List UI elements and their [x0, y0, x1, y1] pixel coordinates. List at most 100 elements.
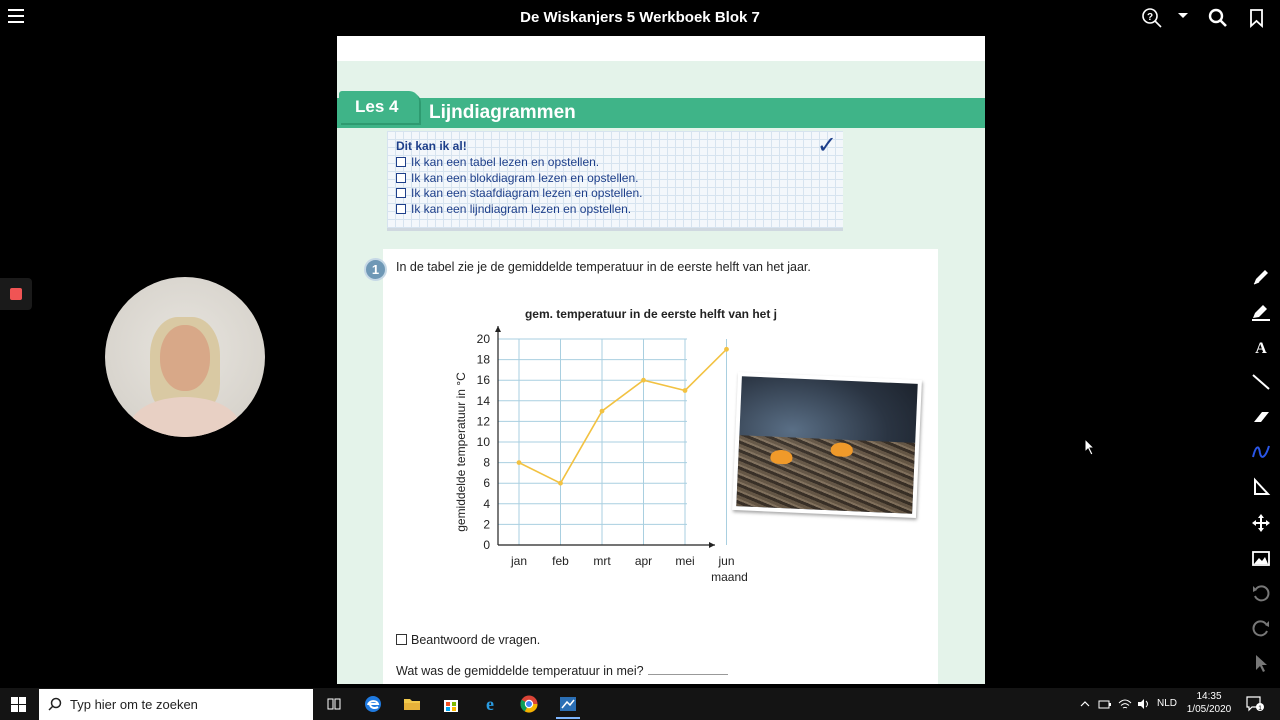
volume-icon[interactable]	[1136, 697, 1150, 711]
file-explorer-icon[interactable]	[402, 694, 422, 714]
checkbox[interactable]	[396, 204, 406, 214]
checkbox[interactable]	[396, 188, 406, 198]
search-placeholder: Typ hier om te zoeken	[70, 697, 198, 712]
search-icon[interactable]	[1207, 7, 1229, 29]
y-tick-label: 8	[483, 456, 490, 470]
data-point	[641, 377, 646, 383]
pencil-icon[interactable]	[1250, 266, 1272, 288]
image-icon[interactable]	[1250, 547, 1272, 569]
data-point	[599, 408, 605, 414]
y-tick-label: 12	[477, 414, 491, 428]
chrome-icon[interactable]	[519, 694, 539, 714]
x-tick-label: mei	[675, 554, 694, 568]
mouse-cursor-icon	[1084, 438, 1096, 456]
windows-taskbar: Typ hier om te zoeken e NLD 14:35 1/05/2…	[0, 688, 1280, 720]
freehand-icon[interactable]	[1250, 441, 1272, 463]
help-icon[interactable]: ?	[1141, 7, 1163, 29]
exercise-intro: In de tabel zie je de gemiddelde tempera…	[396, 260, 811, 274]
data-point	[516, 460, 522, 465]
checklist-item[interactable]: Ik kan een lijndiagram lezen en opstelle…	[396, 202, 631, 216]
exercise-number: 1	[364, 258, 387, 281]
x-tick-label: apr	[635, 554, 652, 568]
data-point	[558, 480, 563, 486]
wifi-icon[interactable]	[1118, 697, 1132, 711]
y-axis-arrow	[495, 326, 501, 332]
page-top-margin	[337, 36, 985, 61]
checkbox[interactable]	[396, 634, 407, 645]
checklist-heading: Dit kan ik al!	[396, 139, 467, 153]
checklist-item[interactable]: Ik kan een staafdiagram lezen en opstell…	[396, 186, 642, 200]
data-point	[682, 388, 688, 393]
internet-explorer-icon[interactable]: e	[480, 694, 500, 714]
svg-text:A: A	[1255, 340, 1267, 357]
checklist-box: ✓ Dit kan ik al! Ik kan een tabel lezen …	[387, 131, 843, 231]
y-axis-label: gemiddelde temperatuur in °C	[454, 372, 468, 532]
battery-icon[interactable]	[1098, 698, 1112, 710]
line-icon[interactable]	[1250, 371, 1272, 393]
task-view-icon[interactable]	[324, 694, 344, 714]
eraser-icon[interactable]	[1250, 406, 1272, 428]
taskbar-search-box[interactable]: Typ hier om te zoeken	[39, 689, 313, 720]
store-icon[interactable]	[441, 694, 461, 714]
series-line	[518, 348, 728, 485]
highlighter-icon[interactable]	[1250, 301, 1272, 323]
y-tick-label: 18	[477, 353, 491, 367]
y-tick-label: 20	[477, 332, 491, 346]
lesson-title: Lijndiagrammen	[429, 102, 576, 123]
search-icon	[48, 697, 62, 711]
y-tick-label: 6	[483, 476, 490, 490]
active-app-indicator	[556, 717, 580, 719]
pointer-icon[interactable]	[1250, 652, 1272, 674]
lesson-tab: Les 4	[339, 91, 419, 123]
checkmark-icon: ✓	[816, 132, 837, 159]
chart-title: gem. temperatuur in de eerste helft van …	[525, 307, 777, 321]
checkbox[interactable]	[396, 173, 406, 183]
undo-icon[interactable]	[1250, 582, 1272, 604]
svg-text:1: 1	[1258, 705, 1262, 712]
text-icon[interactable]: A	[1250, 336, 1272, 358]
app-title: De Wiskanjers 5 Werkboek Blok 7	[520, 9, 760, 26]
answer-line[interactable]	[647, 674, 728, 675]
x-tick-label: feb	[552, 554, 569, 568]
redo-icon[interactable]	[1250, 617, 1272, 639]
whiteboard-app-icon[interactable]	[558, 694, 578, 714]
chevron-up-icon[interactable]	[1080, 699, 1090, 709]
x-tick-label: jan	[510, 554, 527, 568]
x-tick-label: mrt	[593, 554, 611, 568]
move-icon[interactable]	[1250, 512, 1272, 534]
workbook-page: Les 4 Lijndiagrammen ✓ Dit kan ik al! Ik…	[337, 36, 985, 684]
webcam-video	[105, 277, 265, 437]
y-tick-label: 0	[483, 538, 490, 552]
svg-text:e: e	[486, 694, 494, 714]
x-tick-label: jun	[717, 554, 734, 568]
svg-text:?: ?	[1147, 12, 1153, 23]
y-tick-label: 4	[483, 497, 490, 511]
y-tick-label: 14	[477, 394, 491, 408]
y-tick-label: 2	[483, 517, 490, 531]
y-tick-label: 16	[477, 373, 491, 387]
data-point	[724, 346, 729, 352]
y-tick-label: 10	[477, 435, 491, 449]
top-bar: De Wiskanjers 5 Werkboek Blok 7 ?	[0, 0, 1280, 36]
ruler-icon[interactable]	[1250, 476, 1272, 498]
checklist-item[interactable]: Ik kan een tabel lezen en opstellen.	[396, 155, 599, 169]
windows-start-icon[interactable]	[11, 697, 26, 712]
task-checkbox[interactable]: Beantwoord de vragen.	[396, 633, 540, 647]
birds-nest-photo	[732, 372, 922, 518]
notifications-icon[interactable]: 1	[1246, 696, 1264, 712]
question-text: Wat was de gemiddelde temperatuur in mei…	[396, 664, 728, 678]
checkbox[interactable]	[396, 157, 406, 167]
clock-time: 14:35	[1196, 691, 1222, 702]
clock-date: 1/05/2020	[1186, 704, 1232, 715]
language-indicator[interactable]: NLD	[1157, 698, 1177, 709]
taskbar-clock[interactable]: 14:35 1/05/2020	[1186, 690, 1232, 716]
record-button[interactable]	[0, 278, 32, 310]
x-axis-arrow	[709, 542, 715, 548]
task-label: Beantwoord de vragen.	[411, 633, 541, 647]
dropdown-icon[interactable]	[1172, 7, 1194, 29]
bookmark-icon[interactable]	[1246, 7, 1268, 29]
edge-icon[interactable]	[363, 694, 383, 714]
checklist-item[interactable]: Ik kan een blokdiagram lezen en opstelle…	[396, 171, 638, 185]
x-axis-label: maand	[711, 570, 748, 584]
line-chart: gem. temperatuur in de eerste helft van …	[454, 307, 777, 584]
